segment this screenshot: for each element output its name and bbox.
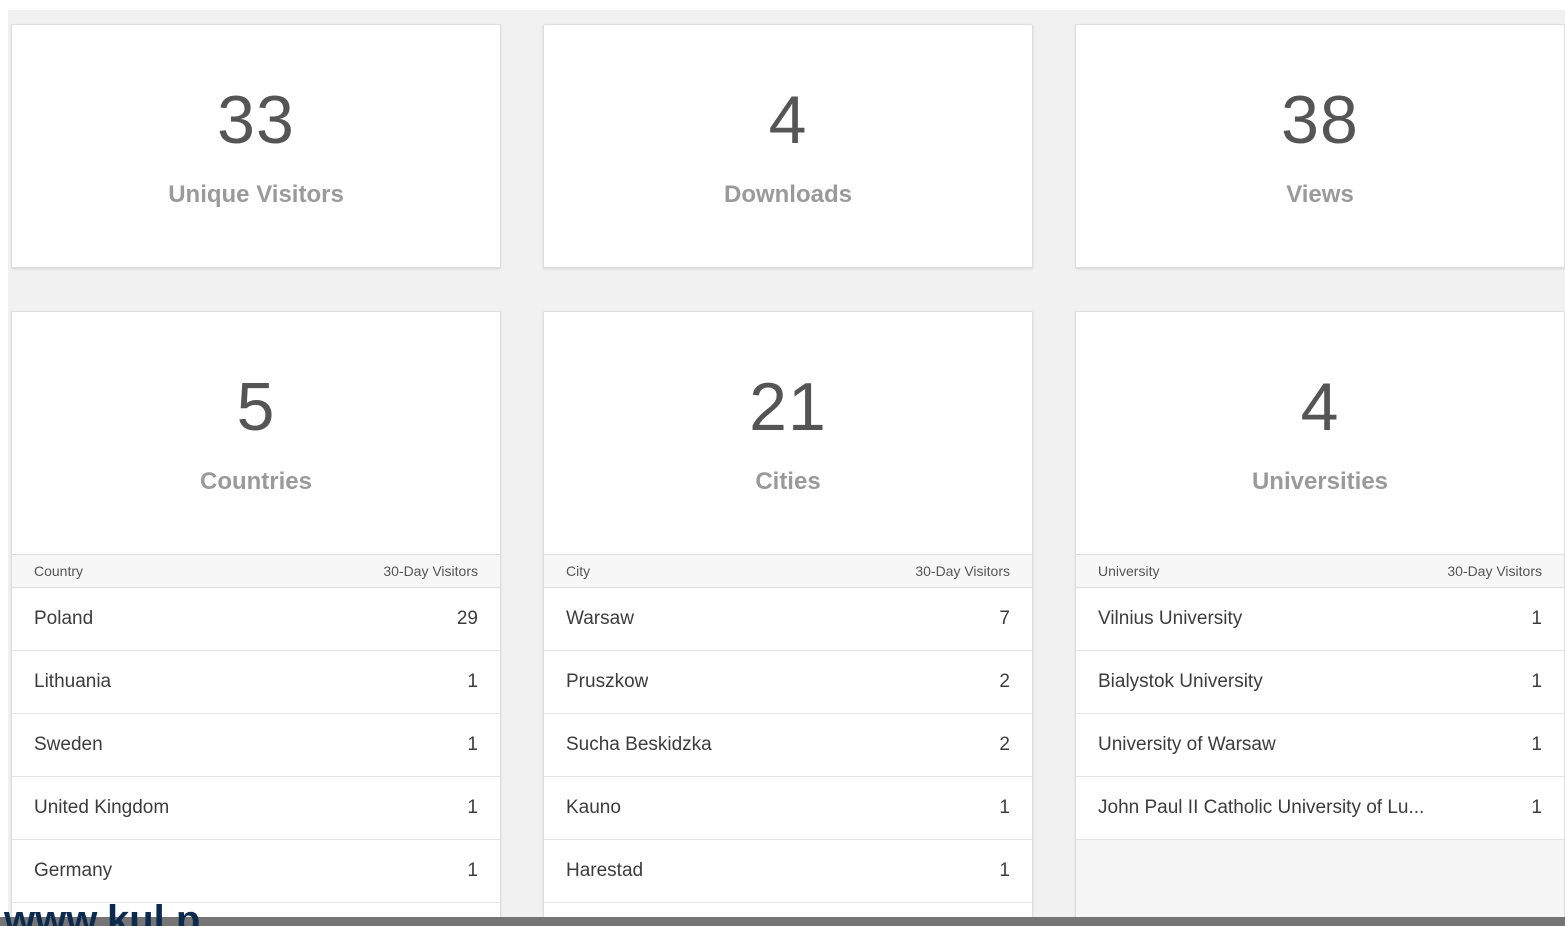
country-name: Lithuania (34, 671, 112, 692)
card-universities: 4 Universities University 30-Day Visitor… (1075, 311, 1565, 926)
countries-table: Country 30-Day Visitors Poland 29 Lithua… (12, 554, 500, 903)
watermark-text: www.kul.p (4, 898, 201, 926)
visitor-count: 1 (999, 860, 1010, 881)
card-downloads: 4 Downloads (543, 24, 1033, 268)
city-name: Kauno (566, 797, 621, 818)
cities-table: City 30-Day Visitors Warsaw 7 Pruszkow 2… (544, 554, 1032, 903)
views-count: 38 (1281, 82, 1359, 158)
card-unique-visitors: 33 Unique Visitors (11, 24, 501, 268)
stats-panel: 33 Unique Visitors 4 Downloads 38 Views … (8, 10, 1565, 926)
universities-count: 4 (1300, 369, 1340, 445)
visitor-count: 1 (999, 797, 1010, 818)
university-name: John Paul II Catholic University of Lu..… (1098, 797, 1425, 818)
table-row[interactable]: John Paul II Catholic University of Lu..… (1076, 777, 1564, 840)
country-name: Germany (34, 860, 113, 881)
visitor-count: 2 (999, 671, 1010, 692)
city-name: Pruszkow (566, 671, 649, 692)
visitor-count: 1 (1531, 734, 1542, 755)
table-row[interactable]: Vilnius University 1 (1076, 588, 1564, 651)
university-name: Bialystok University (1098, 671, 1263, 692)
visitor-count: 1 (467, 671, 478, 692)
country-name: United Kingdom (34, 797, 170, 818)
visitor-count: 1 (467, 734, 478, 755)
column-header-city[interactable]: City (566, 563, 590, 579)
city-name: Sucha Beskidzka (566, 734, 712, 755)
visitor-count: 29 (456, 608, 478, 629)
table-row[interactable]: Lithuania 1 (12, 651, 500, 714)
visitor-count: 2 (999, 734, 1010, 755)
page: 33 Unique Visitors 4 Downloads 38 Views … (0, 0, 1565, 926)
table-row[interactable]: Sweden 1 (12, 714, 500, 777)
column-header-country[interactable]: Country (34, 563, 83, 579)
countries-label: Countries (199, 468, 312, 495)
cities-table-header: City 30-Day Visitors (544, 554, 1032, 588)
card-countries: 5 Countries Country 30-Day Visitors Pola… (11, 311, 501, 926)
table-row[interactable]: Kauno 1 (544, 777, 1032, 840)
country-name: Sweden (34, 734, 103, 755)
column-header-visitors[interactable]: 30-Day Visitors (383, 563, 478, 579)
table-row[interactable]: Bialystok University 1 (1076, 651, 1564, 714)
universities-table-header: University 30-Day Visitors (1076, 554, 1564, 588)
table-row[interactable]: University of Warsaw 1 (1076, 714, 1564, 777)
bottom-bar (0, 917, 1565, 926)
column-header-visitors[interactable]: 30-Day Visitors (915, 563, 1010, 579)
card-cities: 21 Cities City 30-Day Visitors Warsaw 7 … (543, 311, 1033, 926)
table-row[interactable]: United Kingdom 1 (12, 777, 500, 840)
cities-label: Cities (755, 468, 821, 495)
table-row[interactable]: Germany 1 (12, 840, 500, 903)
visitor-count: 1 (1531, 608, 1542, 629)
visitor-count: 1 (1531, 797, 1542, 818)
visitor-count: 7 (999, 608, 1010, 629)
university-name: Vilnius University (1098, 608, 1243, 629)
city-name: Warsaw (566, 608, 634, 629)
visitor-count: 1 (467, 860, 478, 881)
unique-visitors-count: 33 (217, 82, 295, 158)
column-header-university[interactable]: University (1098, 563, 1159, 579)
downloads-label: Downloads (723, 181, 852, 208)
cities-count: 21 (749, 369, 827, 445)
universities-table: University 30-Day Visitors Vilnius Unive… (1076, 554, 1564, 840)
university-name: University of Warsaw (1098, 734, 1276, 755)
table-row[interactable]: Pruszkow 2 (544, 651, 1032, 714)
visitor-count: 1 (1531, 671, 1542, 692)
downloads-count: 4 (768, 82, 808, 158)
card-views: 38 Views (1075, 24, 1565, 268)
views-label: Views (1286, 181, 1354, 208)
table-row[interactable]: Sucha Beskidzka 2 (544, 714, 1032, 777)
countries-count: 5 (236, 369, 276, 445)
column-header-visitors[interactable]: 30-Day Visitors (1447, 563, 1542, 579)
table-row[interactable]: Poland 29 (12, 588, 500, 651)
visitor-count: 1 (467, 797, 478, 818)
country-name: Poland (34, 608, 94, 629)
countries-table-header: Country 30-Day Visitors (12, 554, 500, 588)
table-row[interactable]: Warsaw 7 (544, 588, 1032, 651)
universities-label: Universities (1251, 468, 1389, 495)
unique-visitors-label: Unique Visitors (168, 181, 344, 208)
table-row[interactable]: Harestad 1 (544, 840, 1032, 903)
city-name: Harestad (566, 860, 644, 881)
